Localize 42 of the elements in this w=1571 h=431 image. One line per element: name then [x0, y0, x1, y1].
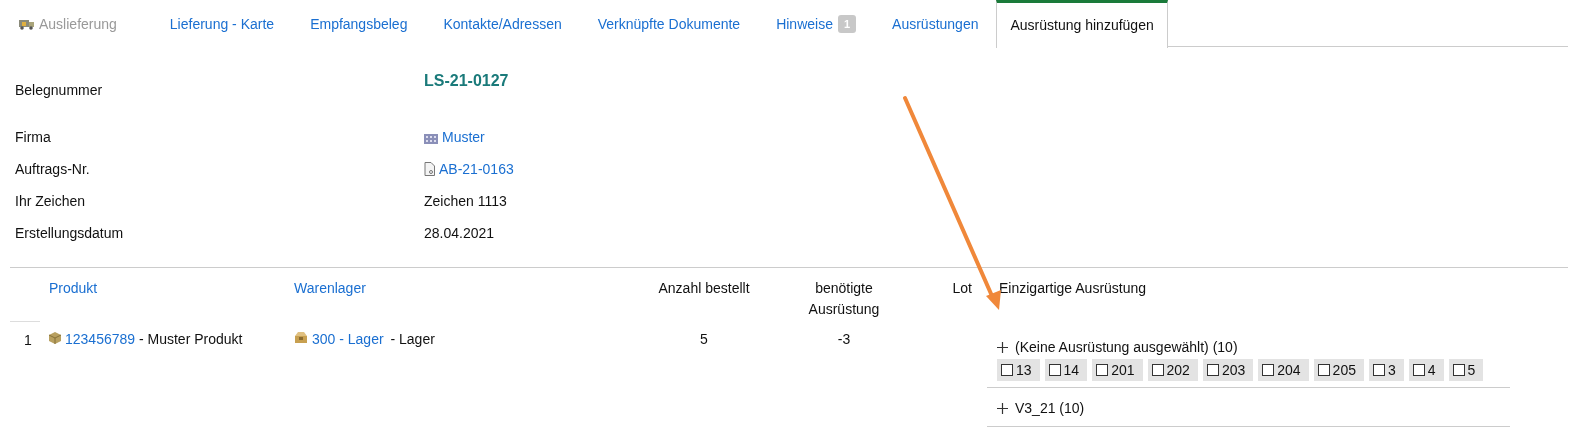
row-number: 1 [24, 331, 32, 348]
document-number: LS-21-0127 [424, 71, 509, 91]
column-header-link[interactable]: Warenlager [294, 280, 366, 296]
column-header: Anzahl bestellt [658, 280, 750, 296]
plus-icon [997, 402, 1008, 414]
equipment-option[interactable]: 3 [1368, 359, 1404, 381]
field-value: 28.04.2021 [424, 223, 495, 243]
truck-icon [19, 18, 35, 30]
equipment-option[interactable]: 4 [1408, 359, 1444, 381]
equipment-option[interactable]: 5 [1448, 359, 1484, 381]
equipment-option[interactable]: 202 [1147, 359, 1198, 381]
group-title: (Keine Ausrüstung ausgewählt) (10) [1015, 337, 1238, 357]
field-label: Firma [14, 127, 52, 147]
field-label: Belegnummer [14, 81, 104, 100]
field-label: Auftrags-Nr. [14, 159, 91, 179]
order-link[interactable]: AB-21-0163 [439, 158, 514, 180]
equipment-option[interactable]: 14 [1044, 359, 1088, 381]
column-header: Lot [952, 280, 972, 296]
field-value: Zeichen 1113 [424, 191, 507, 211]
product-name: - Muster Produkt [137, 331, 243, 347]
package-icon [294, 332, 308, 344]
equipment-option[interactable]: 201 [1092, 359, 1143, 381]
field-label: Ihr Zeichen [14, 191, 87, 211]
document-icon [424, 162, 435, 176]
warehouse-link[interactable]: 300 - Lager [312, 331, 384, 347]
tab[interactable]: Ausrüstung hinzufügen [996, 0, 1168, 48]
column-header: benötigte Ausrüstung [808, 280, 880, 317]
company-link[interactable]: Muster [442, 126, 485, 148]
field-label: Erstellungsdatum [14, 223, 125, 243]
plus-icon [997, 341, 1008, 353]
column-header-link[interactable]: Produkt [49, 280, 98, 296]
group-title: V3_21 (10) [1015, 398, 1085, 418]
equipment-option[interactable]: 205 [1313, 359, 1364, 381]
equipment-option[interactable]: 204 [1258, 359, 1309, 381]
box-icon [49, 332, 61, 344]
equipment-option[interactable]: 13 [997, 359, 1040, 381]
required-quantity: -3 [837, 331, 851, 347]
warehouse-name: - Lager [389, 331, 435, 347]
equipment-option[interactable]: 203 [1202, 359, 1254, 381]
column-header: Einzigartige Ausrüstung [999, 280, 1147, 296]
product-link[interactable]: 123456789 [65, 331, 136, 347]
ordered-quantity: 5 [700, 331, 708, 347]
